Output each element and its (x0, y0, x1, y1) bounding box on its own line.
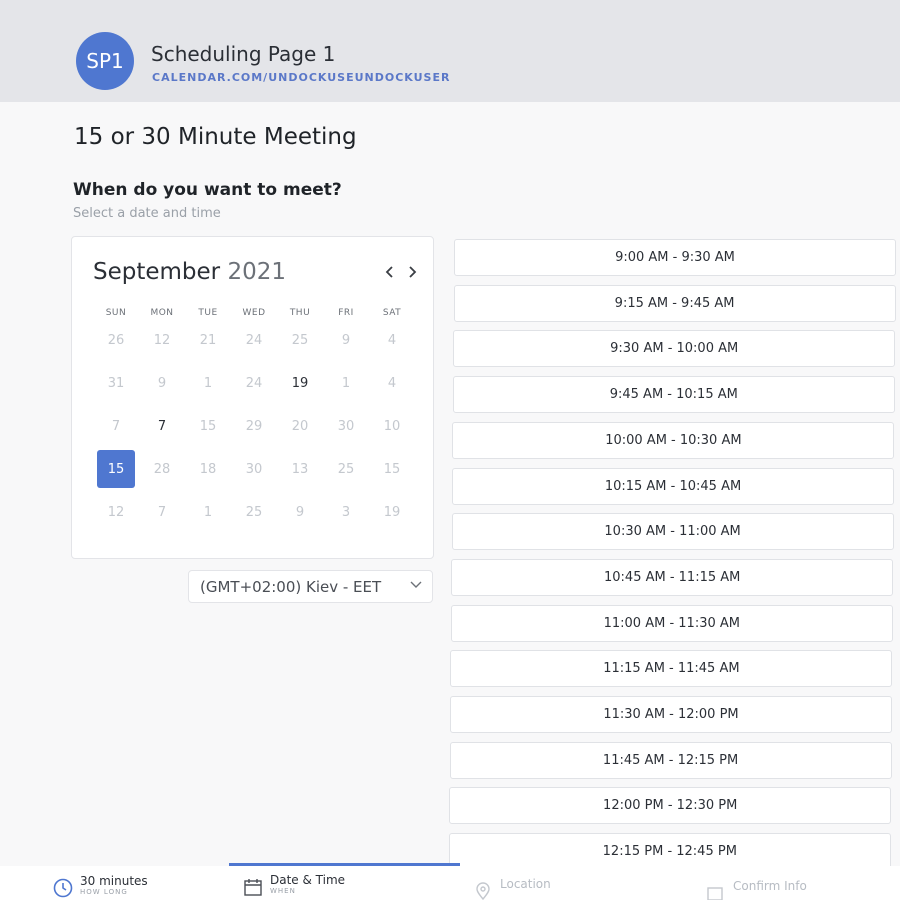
calendar-day: 1 (203, 375, 213, 391)
calendar-day: 12 (107, 504, 125, 520)
chevron-down-icon (410, 581, 422, 588)
checkbox-icon (707, 887, 723, 900)
calendar-day: 26 (107, 332, 125, 348)
time-slot-button[interactable]: 9:30 AM - 10:00 AM (453, 330, 896, 368)
weekday-label: WED (242, 308, 266, 318)
calendar-day: 1 (203, 504, 213, 520)
calendar-day: 4 (387, 332, 397, 348)
weekday-label: FRI (338, 308, 354, 318)
step-date-time[interactable]: Date & Time WHEN (242, 873, 345, 898)
calendar-day: 1 (341, 375, 351, 391)
chevron-right-icon (409, 266, 417, 278)
timezone-value: (GMT+02:00) Kiev - EET (200, 577, 382, 596)
previous-month-button[interactable] (385, 263, 395, 284)
calendar-day: 15 (383, 461, 401, 477)
calendar-day: 19 (383, 504, 401, 520)
location-pin-icon (476, 882, 490, 900)
time-slot-button[interactable]: 9:00 AM - 9:30 AM (454, 239, 896, 276)
avatar: SP1 (76, 32, 134, 90)
calendar-month: September (93, 259, 221, 285)
time-slot-button[interactable]: 10:00 AM - 10:30 AM (452, 421, 895, 459)
calendar-day: 25 (245, 504, 263, 520)
time-slot-button[interactable]: 11:15 AM - 11:45 AM (450, 650, 893, 688)
calendar-day: 30 (245, 461, 263, 477)
step-location-label: Location (500, 877, 551, 891)
calendar-day: 29 (245, 418, 263, 434)
step-confirm-info[interactable]: Confirm Info (705, 879, 807, 900)
calendar-day: 7 (111, 418, 121, 434)
calendar-day: 25 (291, 332, 309, 348)
time-slot-button[interactable]: 11:30 AM - 12:00 PM (450, 696, 892, 733)
meeting-title: 15 or 30 Minute Meeting (74, 124, 357, 150)
calendar-day: 15 (199, 418, 217, 434)
calendar-day: 25 (337, 461, 355, 477)
time-slot-button[interactable]: 10:30 AM - 11:00 AM (451, 513, 894, 551)
calendar-day: 28 (153, 461, 171, 477)
calendar-year: 2021 (227, 259, 286, 285)
calendar-day: 13 (291, 461, 309, 477)
calendar-day[interactable]: 7 (143, 407, 181, 445)
time-slot-button[interactable]: 11:00 AM - 11:30 AM (450, 604, 893, 642)
calendar-day: 12 (153, 332, 171, 348)
page-header: SP1 Scheduling Page 1 CALENDAR.COM/UNDOC… (0, 0, 900, 102)
date-picker-calendar: September 2021 SUN MON TUE WED THU FRI SAT 26 12… (71, 236, 434, 559)
time-slot-button[interactable]: 10:45 AM - 11:15 AM (451, 558, 894, 596)
calendar-day: 9 (295, 504, 305, 520)
weekday-label: SUN (105, 308, 127, 318)
calendar-day: 24 (245, 375, 263, 391)
calendar-day: 7 (157, 504, 167, 520)
timezone-select[interactable]: (GMT+02:00) Kiev - EET (188, 570, 433, 603)
date-question-heading: When do you want to meet? (73, 180, 342, 200)
weekday-label: THU (289, 308, 311, 318)
time-slot-button[interactable]: 10:15 AM - 10:45 AM (452, 467, 894, 505)
calendar-day: 30 (337, 418, 355, 434)
step-duration-sub: HOW LONG (80, 888, 128, 896)
time-slot-button[interactable]: 9:45 AM - 10:15 AM (452, 376, 895, 414)
scheduling-page-name: Scheduling Page 1 (151, 42, 336, 66)
calendar-day: 24 (245, 332, 263, 348)
time-slot-button[interactable]: 9:15 AM - 9:45 AM (453, 284, 896, 322)
scheduling-page-url[interactable]: CALENDAR.COM/UNDOCKUSEUNDOCKUSER (152, 71, 450, 84)
active-step-indicator (229, 863, 460, 866)
step-duration[interactable]: 30 minutes HOW LONG (52, 874, 148, 899)
step-confirm-info-label: Confirm Info (733, 879, 807, 893)
clock-icon (53, 878, 73, 898)
time-slot-button[interactable]: 12:15 PM - 12:45 PM (448, 833, 891, 871)
next-month-button[interactable] (407, 263, 417, 284)
step-date-time-label: Date & Time (270, 873, 346, 887)
calendar-icon (244, 879, 262, 896)
step-duration-label: 30 minutes (80, 874, 148, 888)
calendar-month-title: September 2021 (93, 259, 286, 285)
calendar-day: 20 (291, 418, 309, 434)
time-slot-button[interactable]: 11:45 AM - 12:15 PM (449, 741, 892, 779)
step-date-time-sub: WHEN (270, 887, 296, 895)
time-slot-button[interactable]: 12:00 PM - 12:30 PM (449, 787, 892, 825)
calendar-day: 18 (199, 461, 217, 477)
calendar-day: 9 (157, 375, 167, 391)
step-location[interactable]: Location (472, 877, 551, 900)
calendar-day: 21 (199, 332, 217, 348)
weekday-label: TUE (198, 308, 218, 318)
weekday-label: MON (150, 308, 174, 318)
calendar-day-selected[interactable]: 15 (97, 450, 135, 488)
calendar-day: 31 (107, 375, 125, 391)
chevron-left-icon (385, 266, 393, 278)
calendar-day: 3 (341, 504, 351, 520)
weekday-label: SAT (382, 308, 402, 318)
calendar-day: 4 (387, 375, 397, 391)
date-question-hint: Select a date and time (73, 206, 221, 221)
calendar-day: 10 (383, 418, 401, 434)
calendar-day: 9 (341, 332, 351, 348)
calendar-day[interactable]: 19 (281, 364, 319, 402)
